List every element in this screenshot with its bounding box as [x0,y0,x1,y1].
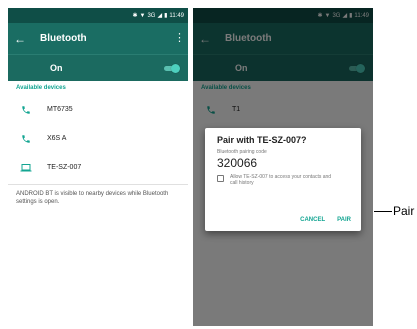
phone-icon [19,133,33,145]
device-name: MT6735 [47,106,73,113]
visibility-text: ANDROID BT is visible to nearby devices … [16,191,169,205]
contacts-access-row[interactable]: Allow TE-SZ-007 to access your contacts … [217,174,353,186]
contacts-access-label: Allow TE-SZ-007 to access your contacts … [230,174,332,186]
laptop-icon [19,162,33,174]
pair-button[interactable]: PAIR [337,217,351,223]
status-time: 11:49 [169,12,184,19]
divider [8,184,188,185]
dialog-title: Pair with TE-SZ-007? [217,135,307,145]
bluetooth-toggle-label: On [50,63,63,73]
device-name: X6S A [47,135,67,142]
bluetooth-switch[interactable] [163,63,180,73]
phone-screen-pair-dialog: ✱ ▼ 3G ◢ ▮ 11:49 ← Bluetooth On Availabl… [193,8,373,326]
callout-line [374,211,392,212]
signal-icon: ◢ [157,12,163,19]
app-toolbar: ← Bluetooth ⋮ [8,23,188,54]
bluetooth-toggle-row[interactable]: On [8,54,188,81]
arrow-back-icon[interactable]: ← [14,33,28,45]
page-title: Bluetooth [40,33,87,44]
device-name: TE-SZ-007 [47,164,82,171]
wifi-icon: ▼ [139,12,146,19]
phone-screen-bluetooth: ✱ ▼ 3G ◢ ▮ 11:49 ← Bluetooth ⋮ On Availa… [8,8,188,326]
battery-icon: ▮ [164,12,168,19]
network-type: 3G [147,12,156,19]
pairing-code: 320066 [217,156,258,170]
pair-dialog: Pair with TE-SZ-007? Bluetooth pairing c… [205,128,361,231]
status-bar: ✱ ▼ 3G ◢ ▮ 11:49 [8,8,188,23]
callout-label: Pair [393,204,415,218]
cancel-button[interactable]: CANCEL [300,217,325,223]
pairing-code-label: Bluetooth pairing code [217,149,267,155]
dialog-actions: CANCEL PAIR [300,217,351,223]
switch-thumb [171,63,180,73]
bluetooth-icon: ✱ [132,12,138,19]
available-devices-header: Available devices [16,85,66,91]
more-vert-icon[interactable]: ⋮ [174,33,185,44]
device-item-mt6735[interactable]: MT6735 [8,95,188,124]
phone-icon [19,104,33,116]
device-item-te-sz-007[interactable]: TE-SZ-007 [8,153,188,182]
device-item-x6s-a[interactable]: X6S A [8,124,188,153]
contacts-access-checkbox[interactable] [217,175,224,182]
